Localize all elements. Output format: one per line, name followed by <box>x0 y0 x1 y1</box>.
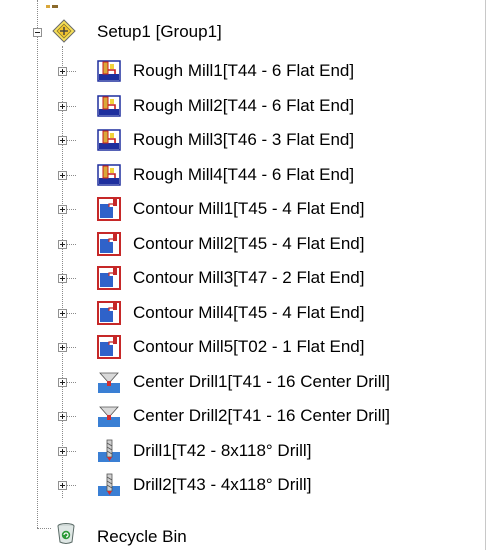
operation-row[interactable]: Drill2[T43 - 4x118° Drill] <box>0 469 485 503</box>
recycle-bin-icon <box>53 520 79 546</box>
expand-toggle[interactable] <box>58 240 67 249</box>
contour-mill-icon <box>96 196 122 222</box>
expand-toggle[interactable] <box>58 67 67 76</box>
operation-label: Center Drill2[T41 - 16 Center Drill] <box>133 406 390 425</box>
rough-mill-icon <box>96 93 122 119</box>
drill-icon <box>96 472 122 498</box>
collapse-toggle[interactable] <box>33 28 42 37</box>
operation-label: Contour Mill3[T47 - 2 Flat End] <box>133 268 365 287</box>
operation-row[interactable]: Rough Mill4[T44 - 6 Flat End] <box>0 159 485 193</box>
operation-row[interactable]: Contour Mill3[T47 - 2 Flat End] <box>0 262 485 296</box>
operation-label: Contour Mill5[T02 - 1 Flat End] <box>133 337 365 356</box>
expand-toggle[interactable] <box>58 412 67 421</box>
cut-off-item-icon <box>45 0 59 8</box>
expand-toggle[interactable] <box>58 378 67 387</box>
operation-row[interactable]: Rough Mill2[T44 - 6 Flat End] <box>0 90 485 124</box>
operation-label: Rough Mill2[T44 - 6 Flat End] <box>133 96 355 115</box>
setup-label: Setup1 [Group1] <box>97 22 222 41</box>
setup-diamond-icon <box>51 18 77 44</box>
expand-toggle[interactable] <box>58 309 67 318</box>
center-drill-icon <box>96 403 122 429</box>
expand-toggle[interactable] <box>58 136 67 145</box>
recycle-bin-row[interactable]: Recycle Bin <box>0 516 485 550</box>
contour-mill-icon <box>96 300 122 326</box>
contour-mill-icon <box>96 231 122 257</box>
expand-toggle[interactable] <box>58 274 67 283</box>
setup-row[interactable]: Setup1 [Group1] <box>0 16 485 50</box>
operation-label: Rough Mill1[T44 - 6 Flat End] <box>133 61 355 80</box>
scrollbar-edge[interactable] <box>485 0 498 550</box>
rough-mill-icon <box>96 127 122 153</box>
operation-label: Center Drill1[T41 - 16 Center Drill] <box>133 372 390 391</box>
operation-row[interactable]: Contour Mill1[T45 - 4 Flat End] <box>0 193 485 227</box>
feature-tree: Setup1 [Group1] Rough Mill1[T44 - 6 Flat… <box>0 0 498 550</box>
operation-label: Contour Mill2[T45 - 4 Flat End] <box>133 234 365 253</box>
operation-label: Contour Mill4[T45 - 4 Flat End] <box>133 303 365 322</box>
operation-label: Rough Mill4[T44 - 6 Flat End] <box>133 165 355 184</box>
recycle-bin-label: Recycle Bin <box>97 527 187 546</box>
operation-row[interactable]: Center Drill1[T41 - 16 Center Drill] <box>0 366 485 400</box>
operation-row[interactable]: Center Drill2[T41 - 16 Center Drill] <box>0 400 485 434</box>
operation-row[interactable]: Rough Mill3[T46 - 3 Flat End] <box>0 124 485 158</box>
operation-label: Drill2[T43 - 4x118° Drill] <box>133 475 312 494</box>
contour-mill-icon <box>96 334 122 360</box>
operation-label: Drill1[T42 - 8x118° Drill] <box>133 441 312 460</box>
rough-mill-icon <box>96 162 122 188</box>
operation-label: Contour Mill1[T45 - 4 Flat End] <box>133 199 365 218</box>
operation-row[interactable]: Contour Mill4[T45 - 4 Flat End] <box>0 297 485 331</box>
expand-toggle[interactable] <box>58 102 67 111</box>
expand-toggle[interactable] <box>58 171 67 180</box>
expand-toggle[interactable] <box>58 205 67 214</box>
operation-row[interactable]: Rough Mill1[T44 - 6 Flat End] <box>0 55 485 89</box>
expand-toggle[interactable] <box>58 343 67 352</box>
expand-toggle[interactable] <box>58 481 67 490</box>
center-drill-icon <box>96 369 122 395</box>
operation-row[interactable]: Drill1[T42 - 8x118° Drill] <box>0 435 485 469</box>
expand-toggle[interactable] <box>58 447 67 456</box>
contour-mill-icon <box>96 265 122 291</box>
drill-icon <box>96 438 122 464</box>
operation-label: Rough Mill3[T46 - 3 Flat End] <box>133 130 355 149</box>
operation-row[interactable]: Contour Mill5[T02 - 1 Flat End] <box>0 331 485 365</box>
rough-mill-icon <box>96 58 122 84</box>
operation-row[interactable]: Contour Mill2[T45 - 4 Flat End] <box>0 228 485 262</box>
